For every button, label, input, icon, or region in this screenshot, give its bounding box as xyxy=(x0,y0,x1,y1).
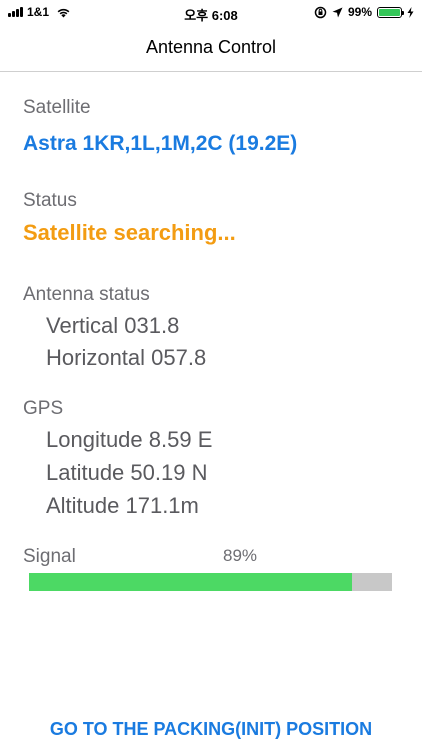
battery-fill xyxy=(379,8,400,16)
charging-bolt-icon xyxy=(407,6,414,18)
gps-label: GPS xyxy=(23,398,64,419)
signal-label: Signal xyxy=(23,546,76,567)
antenna-status-label: Antenna status xyxy=(23,284,150,305)
satellite-label: Satellite xyxy=(23,97,91,118)
page-title: Antenna Control xyxy=(145,37,277,57)
go-to-packing-position-button[interactable]: GO TO THE PACKING(INIT) POSITION xyxy=(0,719,422,740)
battery-icon xyxy=(377,6,404,18)
location-arrow-icon xyxy=(332,7,343,17)
horizontal-value: Horizontal 057.8 xyxy=(46,345,207,370)
latitude-value: Latitude 50.19 N xyxy=(46,460,208,485)
vertical-value: Vertical 031.8 xyxy=(46,313,180,338)
signal-progress-fill xyxy=(29,573,353,591)
signal-progress-bar xyxy=(29,573,392,591)
status-label: Status xyxy=(23,190,77,211)
navigation-bar: Antenna Control xyxy=(0,26,422,72)
signal-percent: 89% xyxy=(223,546,258,565)
battery-percent: 99% xyxy=(347,5,372,19)
status-bar-right: 99% xyxy=(314,5,414,19)
status-bar: 1&1 오후 6:08 99% xyxy=(0,0,422,26)
longitude-value: Longitude 8.59 E xyxy=(46,427,213,452)
orientation-lock-icon xyxy=(314,6,327,18)
satellite-value[interactable]: Astra 1KR,1L,1M,2C (19.2E) xyxy=(23,132,297,156)
status-value: Satellite searching... xyxy=(23,220,236,245)
altitude-value: Altitude 171.1m xyxy=(46,493,199,518)
